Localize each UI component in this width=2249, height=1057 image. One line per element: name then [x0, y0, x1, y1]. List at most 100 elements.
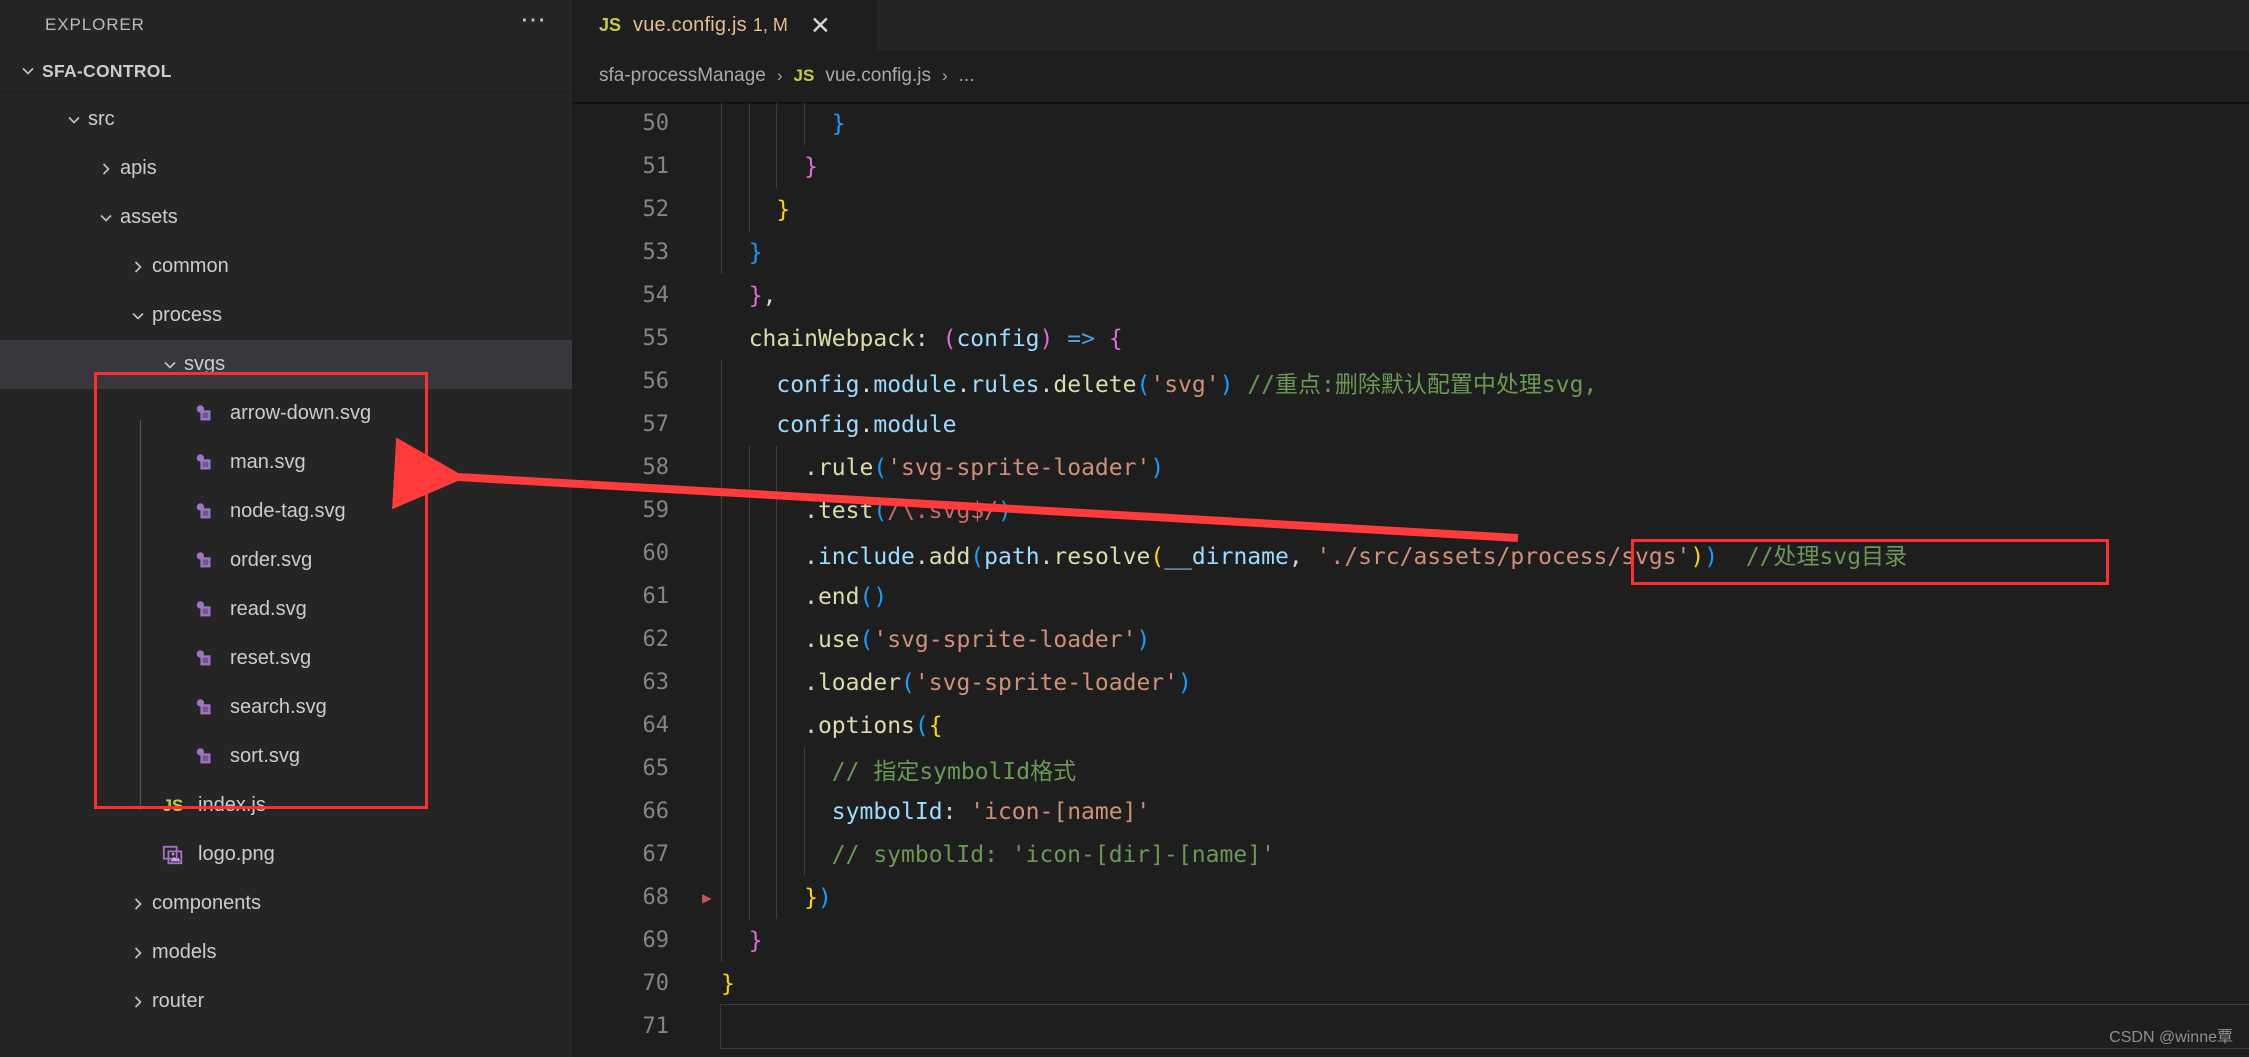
tree-item-node-tag-svg[interactable]: node-tag.svg — [0, 487, 572, 536]
code-token: ( — [859, 583, 874, 610]
code-token: . — [859, 371, 874, 398]
code-token: delete — [1053, 371, 1137, 398]
tab-label: vue.config.js — [633, 14, 747, 36]
chevron-right-icon[interactable] — [124, 992, 152, 1012]
code-line[interactable]: 53 } — [573, 231, 2249, 274]
code-token: . — [804, 712, 818, 739]
code-line-content: } — [721, 102, 2249, 145]
code-token: } — [804, 884, 818, 911]
tree-item-common[interactable]: common — [0, 242, 572, 291]
code-line-content: .use('svg-sprite-loader') — [721, 618, 2249, 661]
chevron-down-icon[interactable] — [156, 355, 184, 375]
code-token: end — [817, 583, 860, 610]
code-line-content: // symbolId: 'icon-[dir]-[name]' — [721, 833, 2249, 876]
code-tokens: .options({ — [721, 713, 943, 739]
code-line[interactable]: 65 // 指定symbolId格式 — [573, 747, 2249, 790]
code-line[interactable]: 57 config.module — [573, 403, 2249, 446]
code-line[interactable]: 70} — [573, 962, 2249, 1005]
code-line-content: // 指定symbolId格式 — [721, 747, 2249, 790]
code-token: use — [817, 626, 860, 653]
tree-item-man-svg[interactable]: man.svg — [0, 438, 572, 487]
code-line[interactable]: 63 .loader('svg-sprite-loader') — [573, 661, 2249, 704]
code-token: , — [762, 282, 777, 309]
code-editor[interactable]: 50 } 51 } 52 } 53 } 54 }, 55 chainWebpack: (c… — [573, 102, 2249, 1057]
tree-item-svgs[interactable]: svgs — [0, 340, 572, 389]
code-line[interactable]: 54 }, — [573, 274, 2249, 317]
chevron-down-icon[interactable] — [92, 208, 120, 228]
code-line[interactable]: 71 — [573, 1004, 2249, 1049]
code-line[interactable]: 59 .test(/\.svg$/) — [573, 489, 2249, 532]
tree-item-read-svg[interactable]: read.svg — [0, 585, 572, 634]
code-line[interactable]: 64 .options({ — [573, 704, 2249, 747]
breadcrumb-item-symbols[interactable]: ... — [959, 65, 975, 87]
code-token: ( — [873, 497, 888, 524]
code-line[interactable]: 60 .include.add(path.resolve(__dirname, … — [573, 532, 2249, 575]
tree-item-apis[interactable]: apis — [0, 144, 572, 193]
code-token: . — [804, 626, 818, 653]
code-token: } — [721, 970, 735, 997]
tree-item-src[interactable]: src — [0, 95, 572, 144]
code-token: rules — [970, 371, 1040, 398]
chevron-down-icon[interactable] — [60, 110, 88, 130]
js-file-icon: JS — [162, 795, 184, 815]
code-line[interactable]: 66 symbolId: 'icon-[name]' — [573, 790, 2249, 833]
code-line[interactable]: 55 chainWebpack: (config) => { — [573, 317, 2249, 360]
code-line[interactable]: 51 } — [573, 145, 2249, 188]
code-line[interactable]: 62 .use('svg-sprite-loader') — [573, 618, 2249, 661]
code-line[interactable]: 52 } — [573, 188, 2249, 231]
code-line[interactable]: 56 config.module.rules.delete('svg') //重… — [573, 360, 2249, 403]
tab-vue-config-js[interactable]: JS vue.config.js 1, M ✕ — [573, 0, 878, 50]
code-token: // symbolId: 'icon-[dir]-[name]' — [831, 841, 1275, 868]
tree-item-assets[interactable]: assets — [0, 193, 572, 242]
tree-item-order-svg[interactable]: order.svg — [0, 536, 572, 585]
chevron-right-icon[interactable] — [124, 257, 152, 277]
code-line[interactable]: 61 .end() — [573, 575, 2249, 618]
tree-item-models[interactable]: models — [0, 928, 572, 977]
chevron-right-icon[interactable] — [124, 943, 152, 963]
tree-item-components[interactable]: components — [0, 879, 572, 928]
close-icon[interactable]: ✕ — [810, 13, 831, 38]
page-title: EXPLORER — [45, 15, 145, 34]
tree-item-index-js[interactable]: JS index.js — [0, 781, 572, 830]
code-token: add — [928, 543, 971, 570]
code-token: ( — [1136, 371, 1151, 398]
tree-item-arrow-down-svg[interactable]: arrow-down.svg — [0, 389, 572, 438]
tree-item-label: assets — [120, 206, 178, 228]
chevron-down-icon[interactable] — [124, 306, 152, 326]
tree-item-router[interactable]: router — [0, 977, 572, 1026]
line-number: 59 — [642, 498, 670, 523]
tree-item-sort-svg[interactable]: sort.svg — [0, 732, 572, 781]
code-token: . — [859, 411, 874, 438]
code-line[interactable]: 58 .rule('svg-sprite-loader') — [573, 446, 2249, 489]
chevron-right-icon[interactable] — [92, 159, 120, 179]
code-tokens: // 指定symbolId格式 — [721, 752, 1076, 786]
code-line[interactable]: 69 } — [573, 919, 2249, 962]
tree-item-label: logo.png — [198, 843, 275, 865]
explorer-root-folder[interactable]: SFA-CONTROL — [0, 50, 572, 93]
tree-item-process[interactable]: process — [0, 291, 572, 340]
tree-item-label: sort.svg — [230, 745, 301, 767]
breadcrumb-item-project[interactable]: sfa-processManage — [599, 65, 766, 87]
breadcrumb-item-file[interactable]: vue.config.js — [825, 65, 931, 87]
code-token: 'svg' — [1150, 371, 1220, 398]
tree-item-reset-svg[interactable]: reset.svg — [0, 634, 572, 683]
tree-item-label: index.js — [198, 794, 266, 816]
vscode-window: EXPLORER ⋯ SFA-CONTROL src apis assets comm… — [0, 0, 2249, 1057]
code-token: //处理svg目录 — [1745, 543, 1908, 570]
folding-marker[interactable]: ▶ — [693, 888, 721, 907]
code-line-content: symbolId: 'icon-[name]' — [721, 790, 2249, 833]
ellipsis-icon[interactable]: ⋯ — [520, 6, 548, 36]
code-token: test — [817, 497, 874, 524]
code-line[interactable]: 50 } — [573, 102, 2249, 145]
tree-item-logo-png[interactable]: logo.png — [0, 830, 572, 879]
tree-item-search-svg[interactable]: search.svg — [0, 683, 572, 732]
code-token: ) — [1150, 454, 1165, 481]
code-line[interactable]: 68 ▶ }) — [573, 876, 2249, 919]
code-line[interactable]: 67 // symbolId: 'icon-[dir]-[name]' — [573, 833, 2249, 876]
chevron-right-icon[interactable] — [124, 894, 152, 914]
code-token: ) — [997, 497, 1012, 524]
